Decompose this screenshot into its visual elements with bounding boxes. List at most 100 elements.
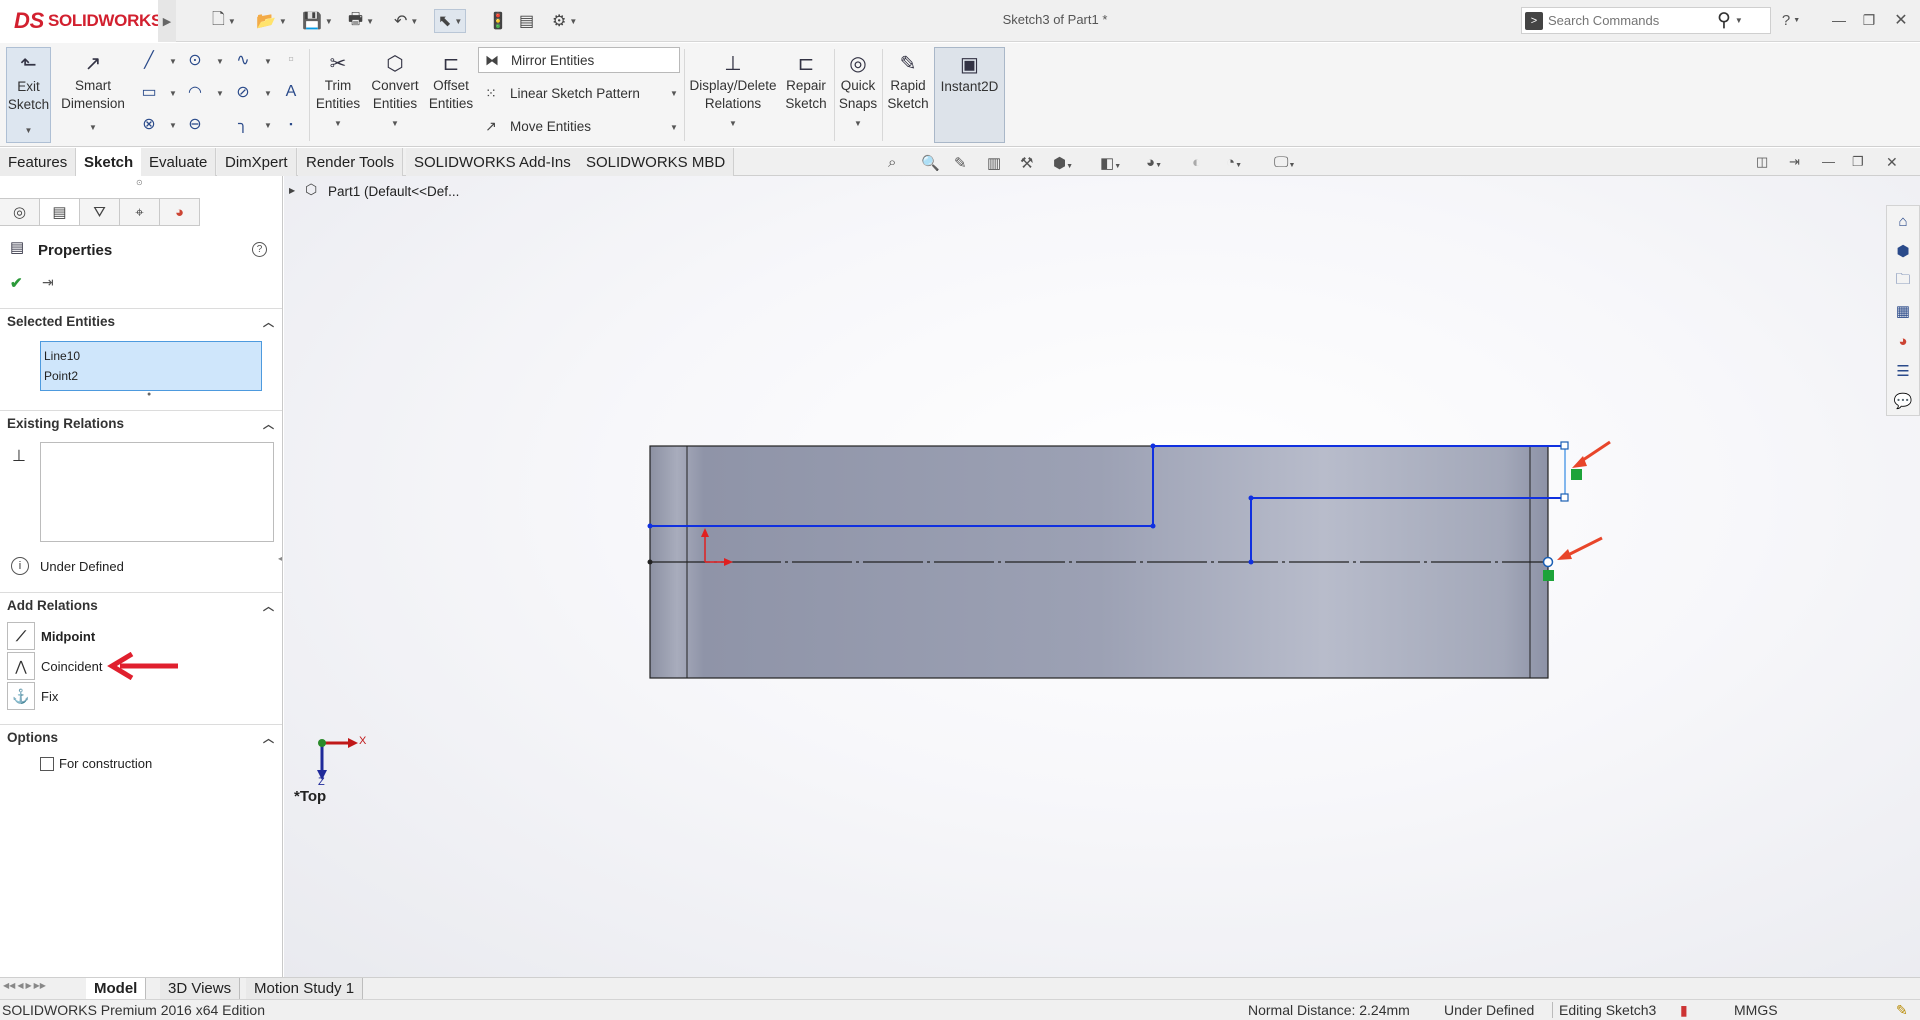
tab-evaluate[interactable]: Evaluate [141,148,217,176]
offset-entities-button[interactable]: ⊏ Offset Entities [426,47,476,143]
rapid-sketch-button[interactable]: ✎ Rapid Sketch [884,47,932,143]
scroll-first-icon[interactable]: ◀◀ [3,981,15,996]
slot-tool-icon[interactable]: ⊗ [138,113,160,135]
display-manager-tab-icon[interactable]: ◕ [160,198,200,226]
convert-entities-button[interactable]: ⬡ Convert Entities ▼ [366,47,424,143]
scroll-next-icon[interactable]: ▶ [25,981,31,996]
tab-solidworks-mbd[interactable]: SOLIDWORKS MBD [578,148,735,176]
line-tool-icon[interactable]: ╱ [138,49,160,71]
sketch-text-icon[interactable]: A [280,81,302,103]
forum-icon[interactable]: 💬 [1887,386,1919,416]
fillet-tool-icon[interactable]: ╮ [232,113,254,135]
mirror-entities-button[interactable]: ⧓ Mirror Entities [478,47,680,73]
tab-dimxpert[interactable]: DimXpert [217,148,297,176]
custom-properties-icon[interactable]: ☰ [1887,356,1919,386]
pin-icon[interactable]: ⇥ [42,274,54,291]
tree-expand-icon[interactable]: ▶ [289,186,295,195]
list-item[interactable]: Point2 [44,366,258,386]
notification-icon[interactable]: ✎ [1896,1002,1908,1019]
print-icon[interactable]: 🖶 ▼ [348,9,374,33]
search-input[interactable] [1548,13,1713,28]
parts-icon[interactable]: ⬢ [1887,236,1919,266]
ellipse-tool-icon[interactable]: ⊖ [184,113,206,135]
existing-relations-header[interactable]: Existing Relations ︿ [0,410,282,436]
section-view-icon[interactable]: ▥ [987,154,1001,172]
tab-3d-views[interactable]: 3D Views [160,978,241,999]
restore-window-icon[interactable]: ❐ [1856,9,1882,31]
trim-entities-button[interactable]: ✂ Trim Entities ▼ [314,47,362,143]
collapse-caret-icon[interactable]: ︿ [263,598,274,614]
search-dropdown-icon[interactable]: ▼ [1735,16,1743,25]
scroll-last-icon[interactable]: ▶▶ [34,981,46,996]
feature-manager-tab-icon[interactable]: ◎ [0,198,40,226]
viewport-collapse-icon[interactable]: ◫ [1756,154,1768,170]
for-construction-checkbox[interactable] [40,756,54,771]
help-icon[interactable]: ? ▼ [1778,9,1804,31]
collapse-caret-icon[interactable]: ︿ [263,730,274,746]
zoom-area-icon[interactable]: 🔍 [921,154,940,172]
list-resize-handle[interactable]: ● [147,391,151,398]
scroll-prev-icon[interactable]: ◀ [17,981,23,996]
point-tool-icon[interactable]: ▪ [280,113,302,135]
minimize-window-icon[interactable]: — [1826,9,1852,31]
viewport-expand-icon[interactable]: ⇥ [1789,154,1800,170]
hide-show-items-icon[interactable]: ◕▼ [1146,154,1162,171]
doc-minimize-icon[interactable]: — [1822,154,1835,169]
file-properties-icon[interactable]: ▤ [519,9,534,33]
panel-splitter-handle[interactable]: ⊙ [136,178,143,187]
search-icon[interactable]: ⚲ [1717,9,1731,32]
appearance-icon[interactable]: ◕ [1887,326,1919,356]
spline-tool-icon[interactable]: ∿ [232,49,254,71]
home-icon[interactable]: ⌂ [1887,206,1919,236]
smart-dimension-button[interactable]: ↗ Smart Dimension ▼ [58,47,128,143]
move-entities-button[interactable]: ↗ Move Entities [480,113,591,139]
tab-solidworks-add-ins[interactable]: SOLIDWORKS Add-Ins [406,148,580,176]
close-window-icon[interactable]: ✕ [1888,9,1914,31]
apply-scene-icon[interactable]: ◔▼ [1226,154,1242,171]
midpoint-relation-button[interactable]: ⟋ Midpoint [7,622,95,650]
display-delete-relations-button[interactable]: ⊥ Display/Delete Relations ▼ [688,47,778,143]
arc-tool-icon[interactable]: ◠ [184,81,206,103]
doc-close-icon[interactable]: ✕ [1886,154,1898,171]
view-settings-icon[interactable]: 🖵▼ [1274,154,1295,171]
edit-appearance-icon[interactable]: ◐ [1192,154,1201,171]
list-item[interactable]: Line10 [44,346,258,366]
polygon-tool-icon[interactable]: ⊘ [232,81,254,103]
save-icon[interactable]: 💾 ▼ [302,9,333,33]
view-orientation-icon[interactable]: ⬢▼ [1053,154,1073,172]
tab-sketch[interactable]: Sketch [75,148,143,177]
undo-icon[interactable]: ↶ ▼ [394,9,418,33]
options-header[interactable]: Options ︿ [0,724,282,750]
help-icon[interactable]: ? [252,242,267,257]
rebuild-status-icon[interactable]: ▮ [1680,1002,1688,1019]
coincident-relation-button[interactable]: ⋀ Coincident [7,652,102,680]
collapse-caret-icon[interactable]: ︿ [263,314,274,330]
property-manager-tab-icon[interactable]: ▤ [40,198,80,226]
select-pointer-icon[interactable]: ⬉ ▼ [434,9,467,33]
fix-relation-button[interactable]: ⚓ Fix [7,682,58,710]
for-construction-option[interactable]: For construction [40,756,152,771]
dimxpert-manager-tab-icon[interactable]: ⌖ [120,198,160,226]
configuration-manager-tab-icon[interactable]: ⛛ [80,198,120,226]
rectangle-tool-icon[interactable]: ▭ [138,81,160,103]
rebuild-icon[interactable]: 🚦 [488,9,508,33]
options-gear-icon[interactable]: ⚙ ▼ [552,9,577,33]
tab-model[interactable]: Model [86,978,147,999]
menu-expand-arrow-icon[interactable]: ▶ [158,0,176,42]
tab-render-tools[interactable]: Render Tools [298,148,404,176]
solidworks-logo[interactable]: DS SOLIDWORKS [0,0,162,42]
exit-sketch-button[interactable]: ⬑ Exit Sketch ▼ [6,47,51,143]
collapse-caret-icon[interactable]: ︿ [263,416,274,432]
ok-check-icon[interactable]: ✔ [10,274,23,292]
tab-motion-study-1[interactable]: Motion Study 1 [246,978,364,999]
selected-entities-list[interactable]: Line10 Point2 [40,341,262,391]
tab-scroll-buttons[interactable]: ◀◀ ◀ ▶ ▶▶ [3,981,81,996]
search-commands[interactable]: > ⚲ ▼ [1521,7,1771,34]
text-tool-icon[interactable]: ▫ [280,49,302,71]
circle-tool-icon[interactable]: ⊙ [184,49,206,71]
previous-view-icon[interactable]: ✎ [954,154,967,172]
graphics-area[interactable]: X Z *Top ▶ ⬡ Part1 (Default<<Def... [284,176,1920,977]
display-style-icon[interactable]: ◧▼ [1100,154,1121,172]
add-relations-header[interactable]: Add Relations ︿ [0,592,282,618]
doc-restore-icon[interactable]: ❐ [1852,154,1864,170]
